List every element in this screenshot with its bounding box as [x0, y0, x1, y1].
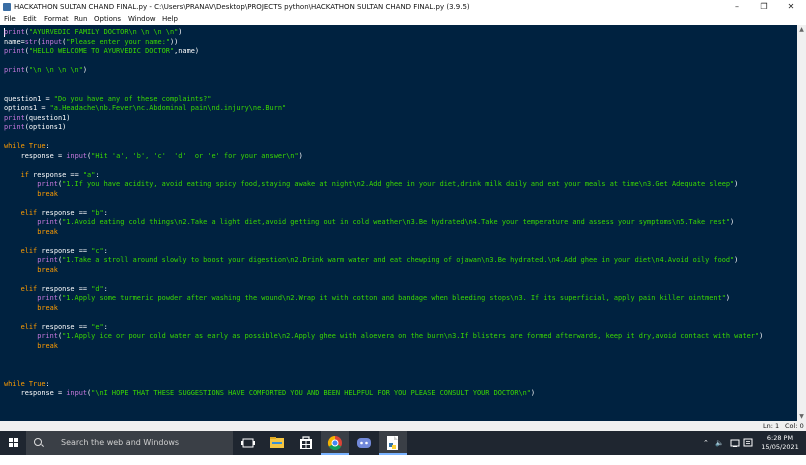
code-line[interactable]: break: [4, 190, 763, 200]
notification-icon[interactable]: [743, 431, 753, 455]
menu-window[interactable]: Window: [128, 14, 156, 25]
column-number: Col: 0: [785, 422, 804, 430]
maximize-button[interactable]: ❐: [751, 0, 777, 14]
code-text[interactable]: print("AYURVEDIC FAMILY DOCTOR\n \n \n \…: [4, 28, 763, 399]
code-line[interactable]: print("1.Apply ice or pour cold water as…: [4, 332, 763, 342]
code-line[interactable]: name=str(input("Please enter your name:"…: [4, 38, 763, 48]
code-line[interactable]: print("1.Avoid eating cold things\n2.Tak…: [4, 218, 763, 228]
code-line[interactable]: [4, 313, 763, 323]
minimize-button[interactable]: –: [724, 0, 750, 14]
code-line[interactable]: print("\n \n \n \n"): [4, 66, 763, 76]
store-icon[interactable]: [292, 431, 320, 455]
menu-edit[interactable]: Edit: [23, 14, 37, 25]
code-line[interactable]: [4, 237, 763, 247]
status-bar: Ln: 1 Col: 0: [0, 421, 806, 431]
code-line[interactable]: break: [4, 342, 763, 352]
code-line[interactable]: while True:: [4, 142, 763, 152]
code-line[interactable]: [4, 85, 763, 95]
title-bar: HACKATHON SULTAN CHAND FINAL.py - C:\Use…: [0, 0, 806, 14]
code-line[interactable]: while True:: [4, 380, 763, 390]
python-idle-icon[interactable]: [379, 431, 407, 455]
code-line[interactable]: print("AYURVEDIC FAMILY DOCTOR\n \n \n \…: [4, 28, 763, 38]
chevron-up-icon[interactable]: ⌃: [703, 431, 709, 455]
code-line[interactable]: [4, 76, 763, 86]
code-line[interactable]: response = input("Hit 'a', 'b', 'c' 'd' …: [4, 152, 763, 162]
code-line[interactable]: break: [4, 266, 763, 276]
code-editor[interactable]: print("AYURVEDIC FAMILY DOCTOR\n \n \n \…: [0, 25, 797, 421]
clock-date: 15/05/2021: [761, 443, 799, 451]
code-line[interactable]: elif response == "b":: [4, 209, 763, 219]
code-line[interactable]: response = input("\nI HOPE THAT THESE SU…: [4, 389, 763, 399]
code-line[interactable]: elif response == "d":: [4, 285, 763, 295]
code-line[interactable]: [4, 351, 763, 361]
chrome-icon[interactable]: [321, 431, 349, 455]
code-line[interactable]: if response == "a":: [4, 171, 763, 181]
system-clock[interactable]: 6:28 PM 15/05/2021: [757, 434, 803, 452]
file-explorer-icon[interactable]: [263, 431, 291, 455]
start-button[interactable]: [0, 431, 26, 455]
task-view-icon[interactable]: [234, 431, 262, 455]
code-line[interactable]: [4, 133, 763, 143]
code-line[interactable]: print("1.If you have acidity, avoid eati…: [4, 180, 763, 190]
code-line[interactable]: [4, 199, 763, 209]
python-app-icon: [3, 3, 11, 11]
menu-help[interactable]: Help: [162, 14, 178, 25]
code-line[interactable]: print(options1): [4, 123, 763, 133]
line-number: Ln: 1: [763, 422, 780, 430]
taskbar: Search the web and Windows ⌃ 🔈 6:28 PM 1…: [0, 431, 806, 455]
code-line[interactable]: [4, 57, 763, 67]
code-line[interactable]: break: [4, 228, 763, 238]
code-line[interactable]: [4, 361, 763, 371]
code-line[interactable]: elif response == "e":: [4, 323, 763, 333]
search-placeholder: Search the web and Windows: [61, 438, 180, 447]
menu-options[interactable]: Options: [94, 14, 121, 25]
code-line[interactable]: print("HELLO WELCOME TO AYURVEDIC DOCTOR…: [4, 47, 763, 57]
code-line[interactable]: [4, 370, 763, 380]
code-line[interactable]: question1 = "Do you have any of these co…: [4, 95, 763, 105]
window-title: HACKATHON SULTAN CHAND FINAL.py - C:\Use…: [14, 3, 470, 11]
code-line[interactable]: break: [4, 304, 763, 314]
search-icon: [34, 438, 42, 446]
close-button[interactable]: ✕: [778, 0, 804, 14]
code-line[interactable]: options1 = "a.Headache\nb.Fever\nc.Abdom…: [4, 104, 763, 114]
network-icon[interactable]: [730, 431, 740, 455]
menu-file[interactable]: File: [4, 14, 16, 25]
taskbar-search-box[interactable]: Search the web and Windows: [26, 431, 233, 455]
volume-icon[interactable]: 🔈: [715, 431, 724, 455]
code-line[interactable]: print(question1): [4, 114, 763, 124]
code-line[interactable]: [4, 161, 763, 171]
menu-bar: File Edit Format Run Options Window Help: [0, 14, 806, 25]
scroll-up-icon[interactable]: ▲: [797, 25, 806, 34]
vertical-scrollbar[interactable]: ▲ ▼: [797, 25, 806, 421]
windows-logo-icon: [9, 438, 19, 448]
scroll-down-icon[interactable]: ▼: [797, 412, 806, 421]
code-line[interactable]: [4, 275, 763, 285]
menu-run[interactable]: Run: [74, 14, 87, 25]
code-line[interactable]: elif response == "c":: [4, 247, 763, 257]
code-line[interactable]: print("1.Take a stroll around slowly to …: [4, 256, 763, 266]
code-line[interactable]: print("1.Apply some turmeric powder afte…: [4, 294, 763, 304]
menu-format[interactable]: Format: [44, 14, 69, 25]
clock-time: 6:28 PM: [766, 434, 794, 442]
discord-icon[interactable]: [350, 431, 378, 455]
